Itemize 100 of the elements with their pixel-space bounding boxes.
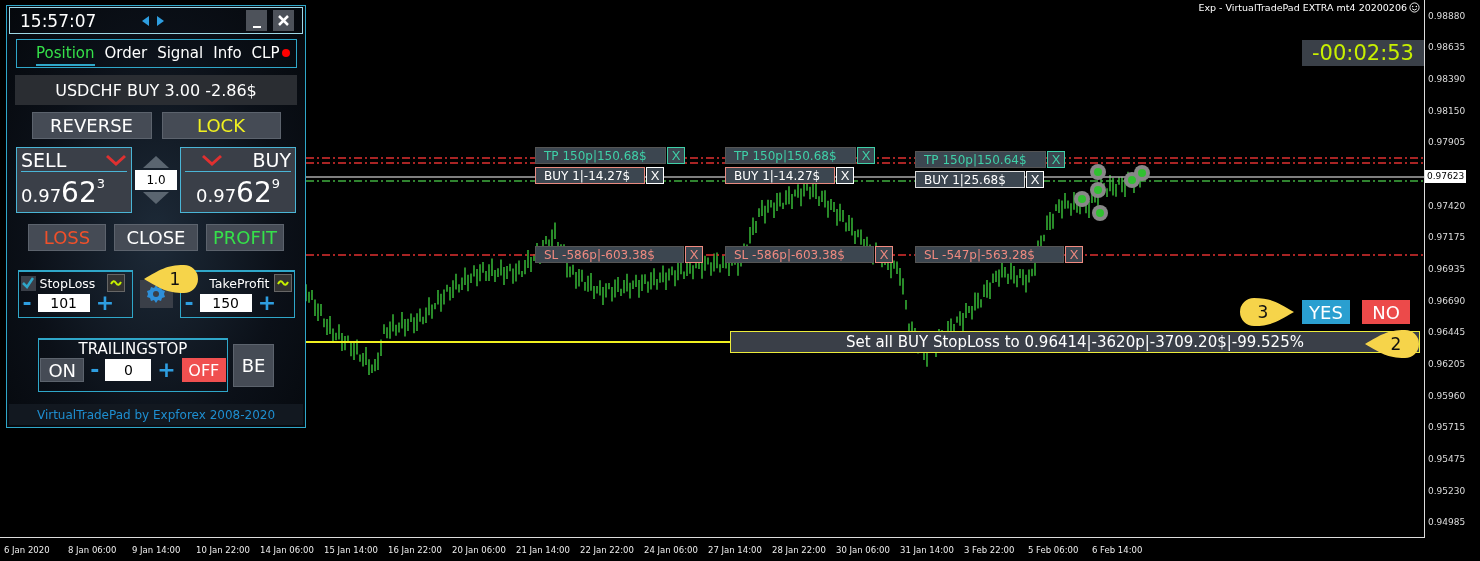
time-tick: 14 Jan 06:00 bbox=[260, 544, 315, 555]
close-button[interactable] bbox=[273, 10, 294, 31]
remove-order-button[interactable]: X bbox=[836, 167, 854, 184]
smiley-icon bbox=[1409, 2, 1420, 13]
callout-number: 1 bbox=[169, 269, 181, 289]
remove-order-button[interactable]: X bbox=[646, 167, 664, 184]
up-arrow-icon[interactable] bbox=[141, 155, 171, 169]
takeprofit-field[interactable]: 150 bbox=[199, 294, 252, 312]
time-tick: 20 Jan 06:00 bbox=[452, 544, 507, 555]
remove-sl-button[interactable]: X bbox=[685, 246, 703, 263]
price-tick: 0.98390 bbox=[1428, 73, 1467, 87]
minimize-button[interactable] bbox=[246, 10, 267, 31]
profit-button[interactable]: PROFIT bbox=[206, 224, 284, 251]
price-tick: 0.98635 bbox=[1428, 41, 1467, 55]
takeprofit-label: TakeProfit bbox=[209, 275, 270, 291]
order-label: BUY 1|-14.27$ bbox=[535, 167, 645, 184]
panel-tab[interactable]: Order bbox=[104, 41, 148, 66]
remove-order-button[interactable]: X bbox=[1026, 171, 1044, 188]
remove-tp-button[interactable]: X bbox=[857, 147, 875, 164]
price-tick: 0.95715 bbox=[1428, 421, 1467, 435]
minus-button[interactable]: - bbox=[182, 294, 196, 312]
expert-title: Exp - VirtualTradePad EXTRA mt4 20200206 bbox=[1198, 2, 1420, 13]
remove-tp-button[interactable]: X bbox=[1047, 151, 1065, 168]
chevron-down-icon bbox=[201, 153, 223, 166]
price-tick: 0.94985 bbox=[1428, 516, 1467, 530]
trade-markers-icon bbox=[1074, 164, 1150, 221]
price-tick: 0.96690 bbox=[1428, 294, 1467, 308]
minimize-icon bbox=[252, 25, 261, 28]
price-tick: 0.96205 bbox=[1428, 357, 1467, 371]
close-all-button[interactable]: CLOSE bbox=[114, 224, 198, 251]
take-profit-label: TP 150p|150.68$ bbox=[725, 147, 856, 164]
minus-button[interactable]: - bbox=[20, 294, 34, 312]
time-tick: 16 Jan 22:00 bbox=[388, 544, 443, 555]
off-button[interactable]: OFF bbox=[181, 358, 226, 382]
plus-button[interactable]: + bbox=[155, 361, 178, 379]
price-tick: 0.97905 bbox=[1428, 136, 1467, 150]
price-tick: 0.95475 bbox=[1428, 452, 1467, 466]
price-tick: 0.95230 bbox=[1428, 484, 1467, 498]
left-arrow-icon[interactable] bbox=[142, 15, 150, 26]
price-tick: 0.95960 bbox=[1428, 389, 1467, 403]
order-label: BUY 1|-14.27$ bbox=[725, 167, 835, 184]
stop-loss-label: SL -547p|-563.28$ bbox=[915, 246, 1064, 263]
time-tick: 5 Feb 06:00 bbox=[1028, 544, 1080, 555]
on-button[interactable]: ON bbox=[40, 358, 85, 382]
time-tick: 10 Jan 22:00 bbox=[196, 544, 251, 555]
trailing-title: TRAILINGSTOP bbox=[78, 340, 188, 358]
price-tick: 0.96445 bbox=[1428, 326, 1467, 340]
order-label: BUY 1|25.68$ bbox=[915, 171, 1025, 188]
stoploss-field[interactable]: 101 bbox=[37, 294, 90, 312]
time-tick: 28 Jan 22:00 bbox=[772, 544, 827, 555]
callout-number: 2 bbox=[1390, 334, 1402, 354]
reverse-button[interactable]: REVERSE bbox=[31, 112, 152, 139]
panel-clock: 15:57:07 bbox=[20, 10, 98, 31]
time-tick: 8 Jan 06:00 bbox=[68, 544, 118, 555]
time-tick: 22 Jan 22:00 bbox=[580, 544, 635, 555]
panel-tab[interactable]: Position bbox=[36, 41, 95, 66]
no-button[interactable]: NO bbox=[1362, 300, 1410, 324]
time-tick: 3 Feb 22:00 bbox=[964, 544, 1016, 555]
plus-button[interactable]: + bbox=[93, 294, 117, 312]
current-price-tag: 0.97623 bbox=[1425, 170, 1467, 183]
bar-timer: -00:02:53 bbox=[1302, 40, 1424, 66]
panel-tab[interactable]: Signal bbox=[157, 41, 204, 66]
minus-button[interactable]: - bbox=[88, 361, 102, 379]
plus-button[interactable]: + bbox=[255, 294, 279, 312]
time-tick: 21 Jan 14:00 bbox=[516, 544, 571, 555]
remove-tp-button[interactable]: X bbox=[667, 147, 685, 164]
price-tick: 0.98150 bbox=[1428, 104, 1467, 118]
close-icon bbox=[278, 15, 289, 26]
callout-number: 3 bbox=[1257, 302, 1269, 322]
wave-icon[interactable] bbox=[107, 274, 126, 292]
stop-loss-label: SL -586p|-603.38$ bbox=[535, 246, 684, 263]
wave-icon[interactable] bbox=[273, 274, 292, 292]
take-profit-label: TP 150p|150.64$ bbox=[915, 151, 1046, 168]
price-tick: 0.96935 bbox=[1428, 263, 1467, 276]
time-tick: 31 Jan 14:00 bbox=[900, 544, 955, 555]
panel-tab[interactable]: Info bbox=[213, 41, 242, 66]
stop-loss-label: SL -586p|-603.38$ bbox=[725, 246, 874, 263]
time-tick: 27 Jan 14:00 bbox=[708, 544, 763, 555]
panel-tab[interactable]: CLP bbox=[251, 41, 290, 66]
right-arrow-icon[interactable] bbox=[156, 15, 164, 26]
price-tick: 0.98880 bbox=[1428, 9, 1467, 23]
remove-sl-button[interactable]: X bbox=[875, 246, 893, 263]
remove-sl-button[interactable]: X bbox=[1065, 246, 1083, 263]
time-tick: 24 Jan 06:00 bbox=[644, 544, 699, 555]
time-tick: 15 Jan 14:00 bbox=[324, 544, 379, 555]
price-tick: 0.97420 bbox=[1428, 199, 1467, 213]
breakeven-button[interactable]: BE bbox=[233, 343, 274, 387]
lock-button[interactable]: LOCK bbox=[161, 112, 281, 139]
time-tick: 6 Feb 14:00 bbox=[1092, 544, 1144, 555]
stoploss-checkbox[interactable] bbox=[20, 275, 36, 291]
time-tick: 9 Jan 14:00 bbox=[132, 544, 182, 555]
down-arrow-icon[interactable] bbox=[141, 191, 171, 205]
chevron-down-icon bbox=[105, 153, 127, 166]
time-tick: 30 Jan 06:00 bbox=[836, 544, 891, 555]
panel-footer: VirtualTradePad by Expforex 2008-2020 bbox=[9, 404, 303, 425]
take-profit-label: TP 150p|150.68$ bbox=[535, 147, 666, 164]
time-tick: 6 Jan 2020 bbox=[4, 544, 51, 555]
trailing-field[interactable]: 0 bbox=[105, 359, 152, 381]
position-summary: USDCHF BUY 3.00 -2.86$ bbox=[15, 75, 297, 105]
lot-field[interactable]: 1.0 bbox=[135, 170, 177, 190]
